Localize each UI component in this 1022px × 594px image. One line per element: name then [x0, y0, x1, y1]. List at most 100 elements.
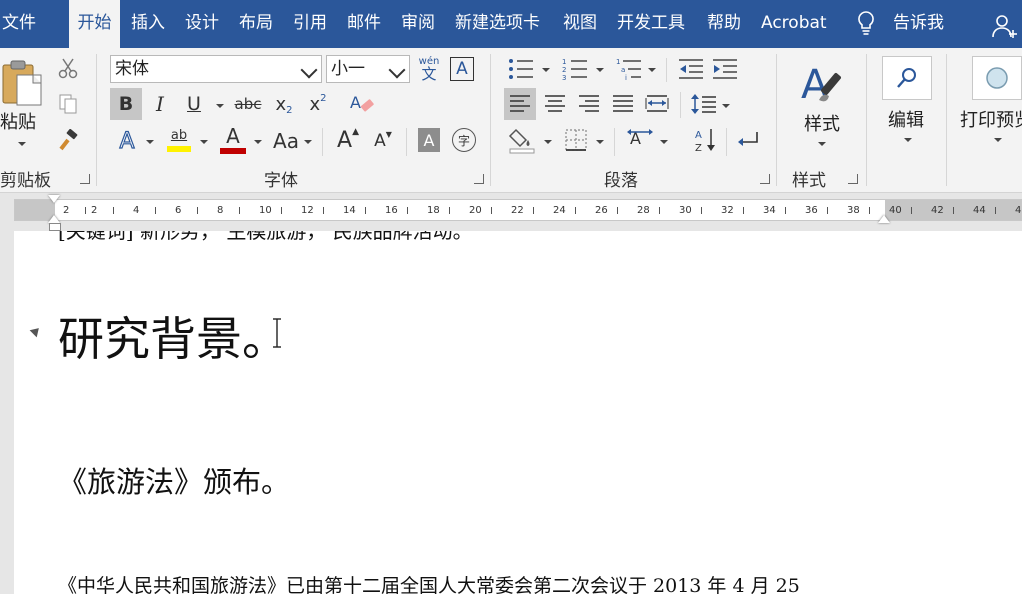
- styles-icon[interactable]: A: [796, 56, 850, 112]
- tab-developer[interactable]: 开发工具: [617, 0, 685, 48]
- align-left-icon[interactable]: [504, 88, 536, 120]
- decrease-indent-icon[interactable]: [676, 56, 706, 82]
- line-spacing-icon[interactable]: [688, 88, 720, 120]
- lightbulb-icon[interactable]: [853, 9, 879, 39]
- bold-button[interactable]: B: [110, 88, 142, 120]
- font-name-combo[interactable]: 宋体: [110, 55, 322, 83]
- superscript-button[interactable]: x2: [304, 88, 332, 120]
- underline-button[interactable]: U: [180, 88, 208, 120]
- format-painter-icon[interactable]: [56, 128, 80, 152]
- svg-text:A: A: [695, 130, 702, 141]
- distributed-align-icon[interactable]: [642, 88, 672, 120]
- bullets-icon[interactable]: [506, 56, 536, 82]
- tab-insert[interactable]: 插入: [131, 0, 165, 48]
- phonetic-guide-button[interactable]: wén 文: [414, 54, 444, 84]
- cut-icon[interactable]: [56, 56, 80, 80]
- character-border-button[interactable]: A: [450, 57, 474, 81]
- clipboard-launcher-icon[interactable]: [80, 174, 90, 184]
- tab-mailings[interactable]: 邮件: [347, 0, 381, 48]
- tab-review[interactable]: 审阅: [401, 0, 435, 48]
- tab-new[interactable]: 新建选项卡: [455, 0, 540, 48]
- clear-formatting-icon[interactable]: A: [346, 88, 378, 120]
- subscript-x: x: [275, 93, 287, 115]
- tab-home[interactable]: 开始: [69, 0, 120, 48]
- copy-icon[interactable]: [56, 92, 80, 116]
- paste-button[interactable]: 粘贴: [0, 108, 36, 134]
- ruler-tick: [239, 207, 240, 214]
- body-paragraph[interactable]: 《中华人民共和国旅游法》已由第十二届全国人大常委会第二次会议于 2013 年 4…: [58, 571, 800, 594]
- text-effects-button[interactable]: A: [114, 126, 140, 156]
- increase-indent-icon[interactable]: [710, 56, 740, 82]
- character-shading-button[interactable]: A: [418, 128, 440, 152]
- left-indent-marker[interactable]: [49, 223, 61, 231]
- change-case-dropdown-arrow[interactable]: [304, 140, 312, 144]
- font-color-button[interactable]: A: [218, 124, 248, 156]
- line-spacing-dropdown-arrow[interactable]: [722, 104, 730, 108]
- align-center-icon[interactable]: [540, 88, 570, 120]
- bullets-dropdown-arrow[interactable]: [542, 68, 550, 72]
- tab-acrobat[interactable]: Acrobat: [761, 0, 827, 48]
- svg-text:A: A: [350, 93, 361, 112]
- chevron-down-icon[interactable]: [388, 61, 406, 79]
- heading-research-background[interactable]: 研究背景。: [58, 303, 288, 369]
- tab-view[interactable]: 视图: [563, 0, 597, 48]
- styles-dropdown-arrow[interactable]: [818, 142, 826, 146]
- hanging-indent-marker[interactable]: [48, 215, 60, 223]
- right-indent-marker[interactable]: [878, 215, 890, 223]
- enclose-characters-button[interactable]: 字: [452, 128, 476, 152]
- text-effects-dropdown-arrow[interactable]: [146, 140, 154, 144]
- ruler-bar[interactable]: 2 2 4 6 8 10 12 14 16 18 20 22 24 26 28 30 32 34 36 38 40 42 4…: [14, 199, 1022, 221]
- editing-button[interactable]: 编辑: [888, 106, 924, 132]
- first-line-indent-marker[interactable]: [48, 195, 60, 203]
- shrink-font-button[interactable]: A ▼: [370, 126, 396, 156]
- editing-dropdown-arrow[interactable]: [904, 138, 912, 142]
- styles-launcher-icon[interactable]: [848, 174, 858, 184]
- share-user-icon[interactable]: [990, 11, 1020, 41]
- underline-dropdown-arrow[interactable]: [216, 104, 224, 108]
- svg-text:2: 2: [562, 66, 566, 74]
- styles-button[interactable]: 样式: [804, 110, 840, 136]
- italic-button[interactable]: I: [146, 88, 174, 120]
- chinese-layout-icon[interactable]: A: [624, 124, 656, 156]
- borders-dropdown-arrow[interactable]: [596, 140, 604, 144]
- chinese-layout-dropdown-arrow[interactable]: [660, 140, 668, 144]
- font-color-dropdown-arrow[interactable]: [254, 140, 262, 144]
- document-page[interactable]: [关键词] 新形势， 生模旅游， 民族品牌活动。 研究背景。 《旅游法》颁布。 …: [14, 231, 1022, 594]
- tab-layout[interactable]: 布局: [239, 0, 273, 48]
- highlight-dropdown-arrow[interactable]: [200, 140, 208, 144]
- print-preview-button[interactable]: 打印预览: [960, 106, 1022, 132]
- ruler-tick: [155, 207, 156, 214]
- font-size-combo[interactable]: 小一: [326, 55, 410, 83]
- numbering-dropdown-arrow[interactable]: [596, 68, 604, 72]
- borders-icon[interactable]: [560, 124, 592, 156]
- shading-dropdown-arrow[interactable]: [544, 140, 552, 144]
- numbering-icon[interactable]: 123: [560, 56, 590, 82]
- multilevel-list-icon[interactable]: 1ai: [614, 56, 644, 82]
- subheading-tourism-law[interactable]: 《旅游法》颁布。: [58, 459, 290, 501]
- strikethrough-button[interactable]: abc: [232, 88, 264, 120]
- tab-help[interactable]: 帮助: [707, 0, 741, 48]
- paste-dropdown-arrow[interactable]: [18, 142, 26, 146]
- chevron-down-icon[interactable]: [300, 61, 318, 79]
- tab-design[interactable]: 设计: [185, 0, 219, 48]
- highlight-button[interactable]: ab: [164, 124, 194, 156]
- change-case-button[interactable]: Aa: [270, 126, 302, 156]
- subscript-button[interactable]: x2: [270, 88, 298, 120]
- tell-me-search[interactable]: 告诉我: [893, 0, 944, 48]
- show-formatting-marks-icon[interactable]: [734, 124, 764, 156]
- print-preview-dropdown-arrow[interactable]: [994, 138, 1002, 142]
- paste-icon[interactable]: [0, 58, 46, 110]
- paragraph-launcher-icon[interactable]: [760, 174, 770, 184]
- collapse-heading-icon[interactable]: [29, 324, 43, 338]
- align-right-icon[interactable]: [574, 88, 604, 120]
- sort-icon[interactable]: AZ: [690, 124, 720, 156]
- tab-references[interactable]: 引用: [293, 0, 327, 48]
- shading-icon[interactable]: [506, 124, 538, 156]
- grow-font-button[interactable]: A ▲: [334, 124, 362, 156]
- justify-icon[interactable]: [608, 88, 638, 120]
- multilevel-dropdown-arrow[interactable]: [648, 68, 656, 72]
- font-launcher-icon[interactable]: [474, 174, 484, 184]
- print-preview-icon[interactable]: [972, 56, 1022, 100]
- tab-file[interactable]: 文件: [0, 0, 46, 48]
- search-icon[interactable]: [882, 56, 932, 100]
